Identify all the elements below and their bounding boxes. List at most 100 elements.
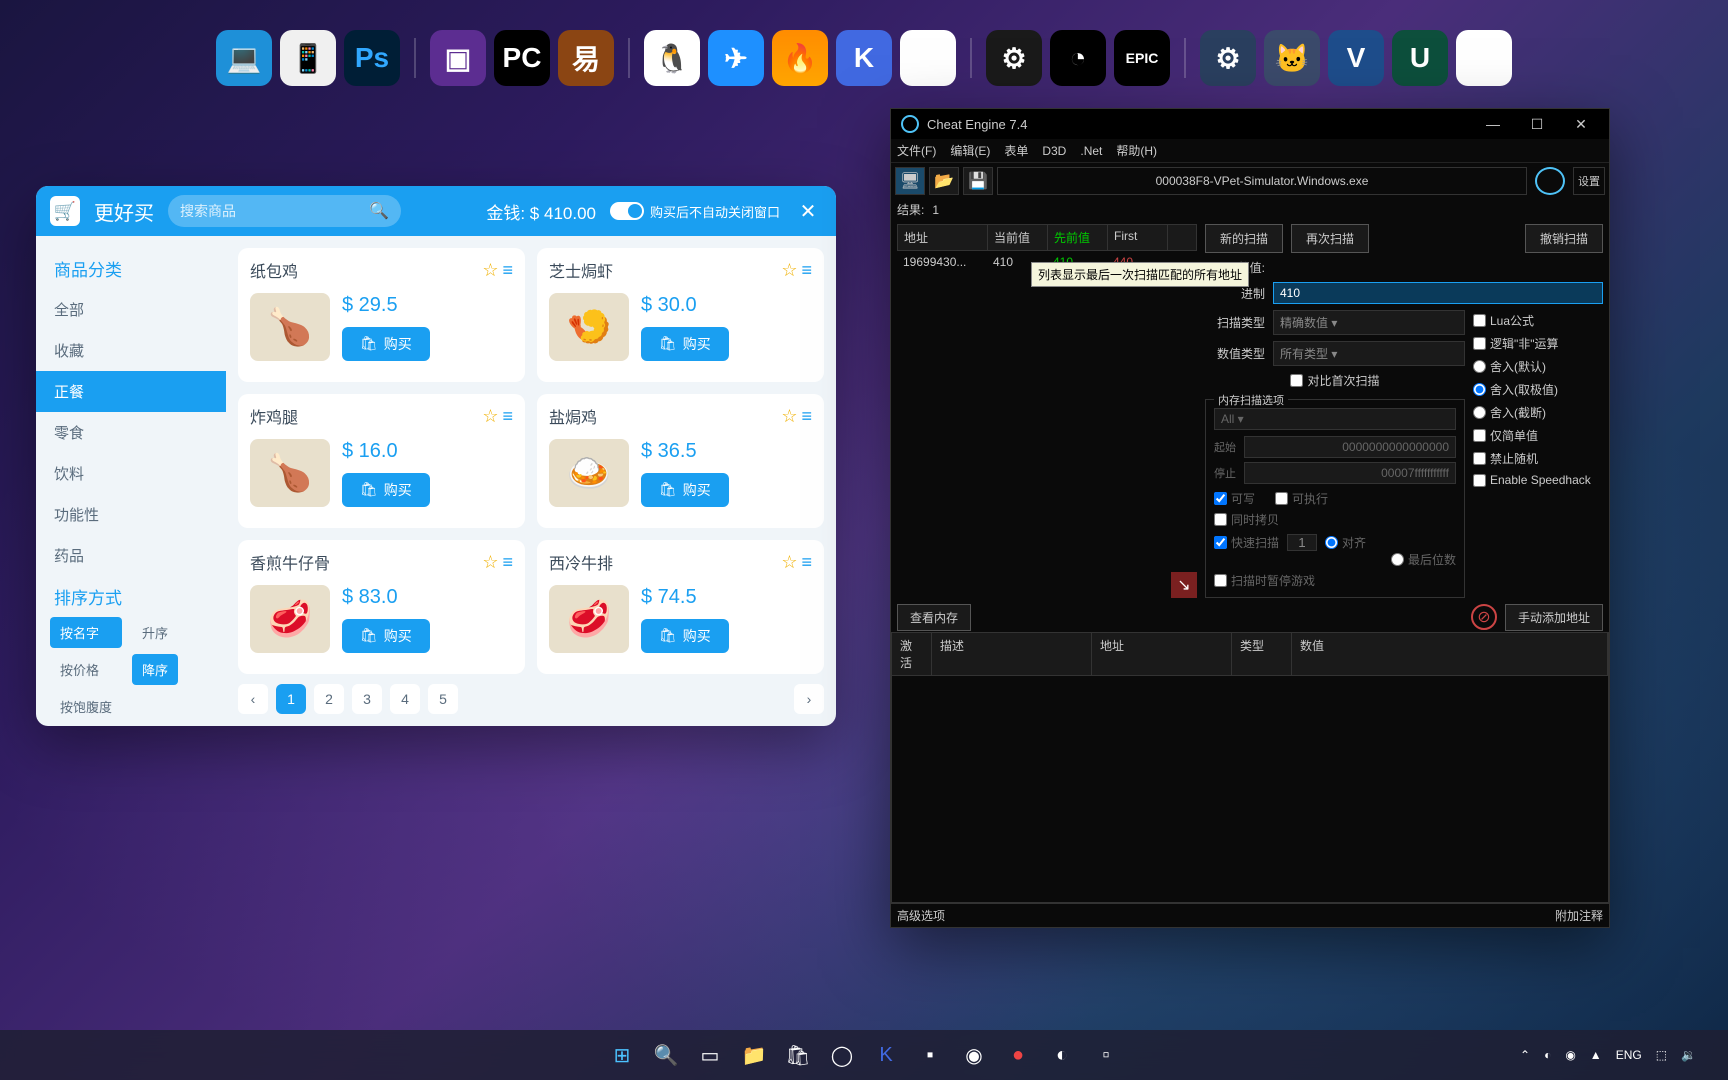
round-truncate-radio[interactable]: 舍入(截断): [1473, 404, 1603, 421]
tray-lang[interactable]: ENG: [1616, 1048, 1642, 1062]
ce-taskbar-button[interactable]: ◐: [1043, 1036, 1081, 1074]
dock-cat[interactable]: 🐱: [1264, 30, 1320, 86]
fast-scan-checkbox[interactable]: 快速扫描: [1214, 534, 1279, 551]
col-first[interactable]: First: [1108, 225, 1168, 250]
sort-dir-item[interactable]: 升序: [132, 617, 178, 648]
start-button[interactable]: ⊞: [603, 1036, 641, 1074]
close-button[interactable]: ✕: [1563, 112, 1599, 136]
task-view-button[interactable]: ▭: [691, 1036, 729, 1074]
col-desc[interactable]: 描述: [932, 633, 1092, 675]
category-item[interactable]: 饮料: [36, 453, 226, 494]
fast-scan-value[interactable]: [1287, 534, 1317, 551]
buy-button[interactable]: 🛍购买: [342, 327, 430, 361]
round-default-radio[interactable]: 舍入(默认): [1473, 358, 1603, 375]
category-item[interactable]: 零食: [36, 412, 226, 453]
k-button[interactable]: K: [867, 1036, 905, 1074]
buy-button[interactable]: 🛍购买: [342, 619, 430, 653]
menu-icon[interactable]: ≡: [502, 552, 513, 573]
store-button[interactable]: 🛍: [779, 1036, 817, 1074]
menu-net[interactable]: .Net: [1080, 144, 1102, 158]
dock-k[interactable]: K: [836, 30, 892, 86]
sort-by-item[interactable]: 按名字: [50, 617, 122, 648]
col-current[interactable]: 当前值: [988, 225, 1048, 250]
col-address[interactable]: 地址: [898, 225, 988, 250]
new-scan-button[interactable]: 新的扫描: [1205, 224, 1283, 253]
dock-u[interactable]: U: [1392, 30, 1448, 86]
search-input[interactable]: [180, 203, 361, 219]
dock-epic[interactable]: EPIC: [1114, 30, 1170, 86]
scan-type-select[interactable]: 精确数值 ▾: [1273, 310, 1465, 335]
simple-checkbox[interactable]: 仅简单值: [1473, 427, 1603, 444]
add-address-button[interactable]: 手动添加地址: [1505, 604, 1603, 631]
menu-table[interactable]: 表单: [1004, 142, 1028, 159]
dock-steam[interactable]: ⚙: [986, 30, 1042, 86]
tray-volume-icon[interactable]: 🔉: [1681, 1048, 1696, 1062]
settings-button[interactable]: 设置: [1573, 167, 1605, 195]
menu-d3d[interactable]: D3D: [1042, 144, 1066, 158]
maximize-button[interactable]: ☐: [1519, 112, 1555, 136]
search-button[interactable]: 🔍: [647, 1036, 685, 1074]
speedhack-checkbox[interactable]: Enable Speedhack: [1473, 473, 1603, 487]
category-item[interactable]: 药品: [36, 535, 226, 576]
dock-v[interactable]: V: [1328, 30, 1384, 86]
dock-recycle[interactable]: ♻: [1456, 30, 1512, 86]
value-type-select[interactable]: 所有类型 ▾: [1273, 341, 1465, 366]
col-addr[interactable]: 地址: [1092, 633, 1232, 675]
add-comment[interactable]: 附加注释: [1555, 907, 1603, 924]
search-box[interactable]: 🔍: [168, 195, 401, 227]
tray-network-icon[interactable]: ⬚: [1656, 1048, 1667, 1062]
auto-close-toggle[interactable]: 购买后不自动关闭窗口: [610, 202, 780, 221]
start-input[interactable]: [1244, 436, 1456, 458]
buy-button[interactable]: 🛍购买: [641, 327, 729, 361]
minimize-button[interactable]: —: [1475, 112, 1511, 136]
category-item[interactable]: 收藏: [36, 330, 226, 371]
sort-dir-item[interactable]: 降序: [132, 654, 178, 685]
category-item[interactable]: 功能性: [36, 494, 226, 535]
no-icon[interactable]: ⊘: [1471, 604, 1497, 630]
save-button[interactable]: 💾: [963, 167, 993, 195]
stop-input[interactable]: [1244, 462, 1456, 484]
open-button[interactable]: 📂: [929, 167, 959, 195]
copy-checkbox[interactable]: 同时拷贝: [1214, 511, 1456, 528]
dock-visualstudio[interactable]: ▣: [430, 30, 486, 86]
select-process-button[interactable]: 🖥: [895, 167, 925, 195]
writable-checkbox[interactable]: 可写: [1214, 490, 1255, 507]
page-number[interactable]: 1: [276, 684, 306, 714]
mem-range-select[interactable]: All ▾: [1214, 408, 1456, 430]
star-icon[interactable]: ☆: [482, 406, 498, 427]
dock-app-13[interactable]: ◔: [1050, 30, 1106, 86]
round-extreme-radio[interactable]: 舍入(取极值): [1473, 381, 1603, 398]
advanced-options[interactable]: 高级选项: [897, 907, 945, 924]
address-list-body[interactable]: [891, 676, 1609, 903]
not-checkbox[interactable]: 逻辑"非"运算: [1473, 335, 1603, 352]
compare-first-checkbox[interactable]: 对比首次扫描: [1290, 372, 1379, 389]
tray-icon-2[interactable]: ◉: [1565, 1048, 1575, 1062]
tray-chevron-icon[interactable]: ⌃: [1520, 1048, 1530, 1062]
menu-file[interactable]: 文件(F): [897, 142, 936, 159]
lastbits-radio[interactable]: 最后位数: [1391, 551, 1456, 568]
dock-flame[interactable]: 🔥: [772, 30, 828, 86]
tray-icon-3[interactable]: ▲: [1590, 1048, 1602, 1062]
pause-checkbox[interactable]: 扫描时暂停游戏: [1214, 572, 1456, 589]
dock-gear[interactable]: ⚙: [1200, 30, 1256, 86]
buy-button[interactable]: 🛍购买: [641, 473, 729, 507]
menu-icon[interactable]: ≡: [502, 406, 513, 427]
star-icon[interactable]: ☆: [482, 552, 498, 573]
app-taskbar-button[interactable]: ▫: [1087, 1036, 1125, 1074]
align-radio[interactable]: 对齐: [1325, 534, 1366, 551]
next-scan-button[interactable]: 再次扫描: [1291, 224, 1369, 253]
undo-scan-button[interactable]: 撤销扫描: [1525, 224, 1603, 253]
executable-checkbox[interactable]: 可执行: [1275, 490, 1328, 507]
menu-icon[interactable]: ≡: [801, 260, 812, 281]
star-icon[interactable]: ☆: [781, 552, 797, 573]
page-number[interactable]: 5: [428, 684, 458, 714]
page-next[interactable]: ›: [794, 684, 824, 714]
col-previous[interactable]: 先前值: [1048, 225, 1108, 250]
dock-chrome[interactable]: ⬤: [900, 30, 956, 86]
sort-by-item[interactable]: 按价格: [50, 654, 122, 685]
menu-icon[interactable]: ≡: [801, 552, 812, 573]
view-memory-button[interactable]: 查看内存: [897, 604, 971, 631]
sort-by-item[interactable]: 按饱腹度: [50, 691, 122, 722]
col-type[interactable]: 类型: [1232, 633, 1292, 675]
dock-app-2[interactable]: 📱: [280, 30, 336, 86]
